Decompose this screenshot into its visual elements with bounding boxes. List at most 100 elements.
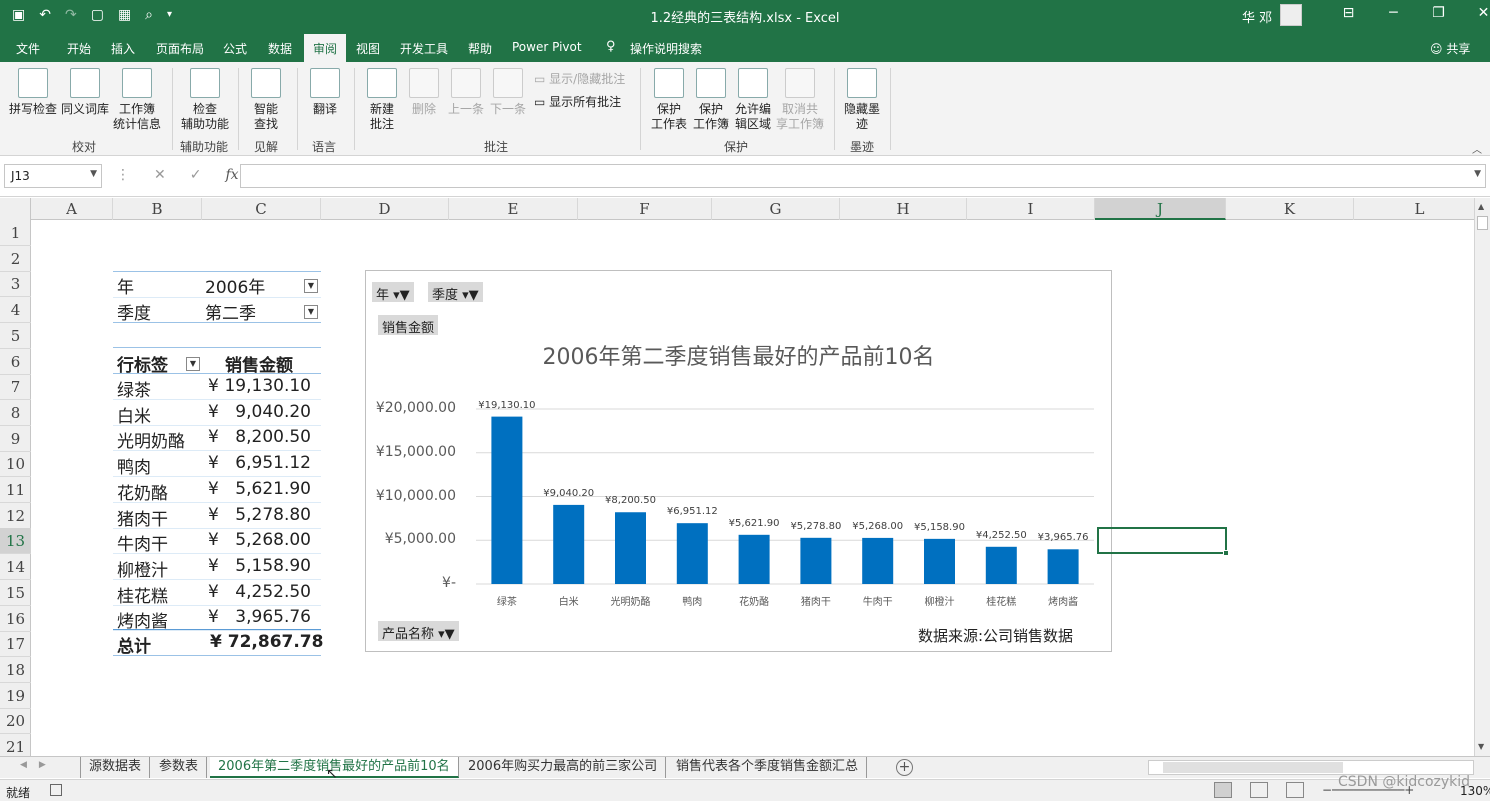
formula-input[interactable]: ▼: [240, 164, 1486, 188]
bar[interactable]: [800, 537, 832, 584]
collapse-ribbon-icon[interactable]: ︿: [1472, 141, 1482, 156]
column-header[interactable]: H: [840, 198, 967, 220]
row-header[interactable]: 8: [0, 400, 31, 426]
tab-data[interactable]: 数据: [268, 40, 292, 57]
sheet-tab[interactable]: 销售代表各个季度销售金额汇总: [668, 757, 868, 778]
row-header[interactable]: 19: [0, 683, 31, 709]
filter-icon[interactable]: ▼: [304, 279, 318, 293]
bar[interactable]: [738, 534, 770, 584]
row-header[interactable]: 17: [0, 631, 31, 658]
bar[interactable]: [924, 538, 955, 584]
column-header[interactable]: C: [202, 198, 321, 220]
filter-value-year[interactable]: 2006年: [205, 273, 265, 298]
page-break-view-icon[interactable]: [1286, 782, 1304, 798]
add-sheet-icon[interactable]: +: [896, 759, 913, 776]
sheet-tab[interactable]: 参数表: [151, 757, 208, 778]
minimize-icon[interactable]: ─: [1371, 5, 1416, 21]
ribbon-display-icon[interactable]: ⊟: [1326, 5, 1371, 21]
enter-icon[interactable]: ✓: [190, 167, 202, 183]
insert-function-icon[interactable]: fx: [225, 167, 238, 183]
pivot-row-value[interactable]: 4,252.50: [221, 582, 311, 602]
row-header[interactable]: 2: [0, 246, 31, 272]
pivot-row-name[interactable]: 猪肉干: [117, 505, 168, 530]
row-header[interactable]: 3: [0, 271, 31, 298]
new-comment-button[interactable]: 新建 批注: [360, 68, 404, 132]
tab-help[interactable]: 帮助: [468, 40, 492, 57]
unshare-workbook-button[interactable]: 取消共 享工作簿: [774, 68, 826, 132]
pivot-row-name[interactable]: 桂花糕: [117, 582, 168, 607]
row-header[interactable]: 18: [0, 657, 31, 683]
chevron-down-icon[interactable]: ▼: [90, 169, 97, 179]
bar[interactable]: [1047, 549, 1079, 584]
hide-ink-button[interactable]: 隐藏墨 迹: [840, 68, 884, 132]
translate-button[interactable]: 翻译: [304, 68, 346, 117]
row-header[interactable]: 1: [0, 220, 31, 246]
expand-formula-icon[interactable]: ▼: [1474, 169, 1481, 179]
column-header[interactable]: D: [321, 198, 449, 220]
filter-value-quarter[interactable]: 第二季: [205, 299, 256, 324]
column-header[interactable]: A: [31, 198, 113, 220]
scrollbar-thumb[interactable]: [1163, 762, 1343, 773]
allow-edit-ranges-button[interactable]: 允许编 辑区域: [732, 68, 774, 132]
scroll-down-icon[interactable]: ▼: [1478, 742, 1484, 751]
tab-view[interactable]: 视图: [356, 40, 380, 57]
column-header[interactable]: L: [1354, 198, 1474, 220]
select-all-corner[interactable]: [0, 198, 31, 220]
pivot-row-name[interactable]: 光明奶酪: [117, 427, 185, 452]
show-hide-comment-button[interactable]: ▭ 显示/隐藏批注: [534, 70, 625, 87]
row-header[interactable]: 12: [0, 503, 31, 529]
row-header[interactable]: 20: [0, 708, 31, 735]
workbook-stats-button[interactable]: 工作簿 统计信息: [110, 68, 164, 132]
restore-icon[interactable]: ❐: [1416, 5, 1461, 21]
page-layout-view-icon[interactable]: [1250, 782, 1268, 798]
pivot-row-name[interactable]: 柳橙汁: [117, 556, 168, 581]
protect-workbook-button[interactable]: 保护 工作簿: [690, 68, 732, 132]
pivot-row-name[interactable]: 鸭肉: [117, 453, 151, 478]
pivot-row-value[interactable]: 5,158.90: [221, 556, 311, 576]
column-header[interactable]: K: [1226, 198, 1354, 220]
pivot-row-value[interactable]: 5,278.80: [221, 505, 311, 525]
name-box[interactable]: J13 ▼: [4, 164, 102, 188]
next-comment-button[interactable]: 下一条: [486, 68, 530, 117]
check-accessibility-button[interactable]: 检查 辅助功能: [178, 68, 232, 132]
row-header[interactable]: 15: [0, 580, 31, 606]
row-header[interactable]: 21: [0, 734, 31, 756]
pivot-row-value[interactable]: 5,268.00: [221, 530, 311, 550]
tab-file[interactable]: 文件: [16, 40, 40, 57]
tab-review[interactable]: 审阅: [304, 34, 347, 62]
smart-lookup-button[interactable]: 智能 查找: [244, 68, 288, 132]
thesaurus-button[interactable]: 同义词库: [60, 68, 110, 117]
row-header[interactable]: 14: [0, 554, 31, 581]
bar[interactable]: [491, 416, 523, 584]
pivot-row-name[interactable]: 花奶酪: [117, 479, 168, 504]
bar[interactable]: [862, 537, 894, 584]
avatar[interactable]: [1280, 4, 1302, 26]
row-header-selected[interactable]: 13: [0, 528, 31, 555]
pivot-row-name[interactable]: 牛肉干: [117, 530, 168, 555]
pivot-row-value[interactable]: 8,200.50: [221, 427, 311, 447]
tab-power-pivot[interactable]: Power Pivot: [512, 40, 582, 54]
tell-me-search[interactable]: 操作说明搜索: [630, 40, 702, 57]
column-header[interactable]: I: [967, 198, 1095, 220]
sheet-tab[interactable]: 源数据表: [80, 757, 151, 778]
row-header[interactable]: 6: [0, 349, 31, 375]
close-icon[interactable]: ✕: [1461, 5, 1490, 21]
bar[interactable]: [553, 504, 585, 584]
row-header[interactable]: 5: [0, 323, 31, 349]
axis-field-button[interactable]: 产品名称 ▾▼: [378, 621, 459, 642]
scrollbar-thumb[interactable]: [1477, 216, 1488, 230]
tab-page-layout[interactable]: 页面布局: [156, 40, 204, 57]
column-header-selected[interactable]: J: [1095, 198, 1226, 220]
horizontal-scrollbar[interactable]: [1148, 760, 1474, 775]
cancel-icon[interactable]: ✕: [154, 167, 166, 183]
active-cell-j13[interactable]: [1097, 527, 1229, 556]
row-header[interactable]: 7: [0, 374, 31, 401]
tab-formulas[interactable]: 公式: [223, 40, 247, 57]
row-header[interactable]: 10: [0, 451, 31, 478]
previous-comment-button[interactable]: 上一条: [444, 68, 488, 117]
filter-icon[interactable]: ▼: [304, 305, 318, 319]
pivot-row-name[interactable]: 烤肉酱: [117, 607, 168, 632]
pivot-row-name[interactable]: 绿茶: [117, 376, 151, 401]
user-name[interactable]: 华 邓: [1242, 7, 1272, 26]
show-all-comments-button[interactable]: ▭ 显示所有批注: [534, 93, 621, 110]
